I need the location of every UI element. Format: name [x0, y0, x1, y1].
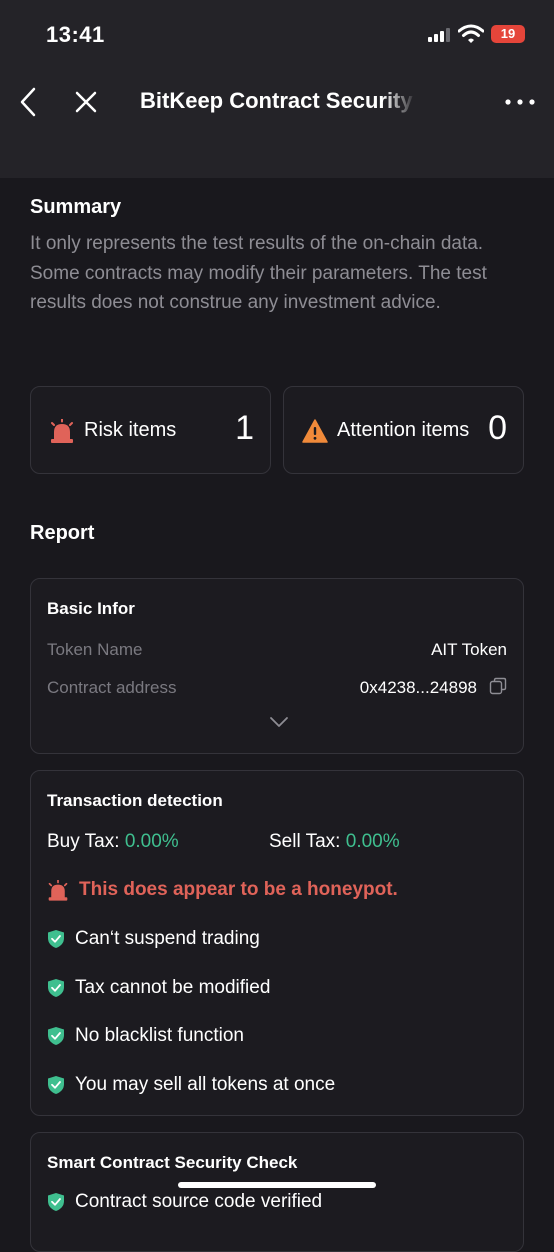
buy-tax-value: 0.00% [124, 831, 179, 852]
sell-tax-label: Sell Tax: [269, 831, 341, 852]
report-title: Report [30, 522, 95, 544]
check-item: You may sell all tokens at once [47, 1074, 335, 1096]
honeypot-warning: This does appear to be a honeypot. [47, 879, 398, 901]
wifi-icon [458, 24, 484, 43]
smart-contract-check-card: Smart Contract Security Check Contract s… [30, 1132, 524, 1252]
battery-icon: 19 [491, 25, 525, 43]
status-bar: 13:41 19 [0, 0, 554, 70]
status-time: 13:41 [46, 22, 105, 47]
contract-address-value: 0x4238...24898 [359, 678, 477, 697]
cellular-signal-icon [428, 28, 450, 42]
check-item-text: Can‘t suspend trading [75, 928, 260, 949]
transaction-detection-card: Transaction detection Buy Tax: 0.00% Sel… [30, 770, 524, 1116]
basic-info-title: Basic Infor [47, 599, 135, 618]
contract-address-label: Contract address [47, 678, 177, 697]
nav-bar: BitKeep Contract Security [0, 70, 554, 178]
risk-items-label: Risk items [84, 419, 177, 441]
shield-check-icon [48, 929, 64, 948]
copy-icon[interactable] [489, 677, 507, 695]
honeypot-text: This does appear to be a honeypot. [79, 879, 398, 900]
shield-check-icon [48, 978, 64, 997]
battery-level: 19 [500, 26, 516, 41]
attention-items-card[interactable]: Attention items 0 [283, 386, 524, 474]
buy-tax: Buy Tax: 0.00% [47, 831, 179, 853]
smart-contract-check-title: Smart Contract Security Check [47, 1153, 298, 1172]
attention-items-count: 0 [488, 409, 507, 447]
more-options-icon[interactable] [500, 90, 540, 114]
chevron-down-icon[interactable] [269, 715, 289, 729]
close-icon[interactable] [70, 86, 102, 118]
buy-tax-label: Buy Tax: [47, 831, 120, 852]
home-indicator[interactable] [178, 1182, 376, 1188]
check-item-text: Contract source code verified [75, 1191, 323, 1212]
check-item: Tax cannot be modified [47, 977, 270, 999]
shield-check-icon [48, 1192, 64, 1211]
summary-title: Summary [30, 196, 122, 218]
risk-items-count: 1 [235, 409, 254, 447]
check-item-text: No blacklist function [75, 1025, 244, 1046]
basic-info-card: Basic Infor Token Name AIT Token Contrac… [30, 578, 524, 754]
sell-tax: Sell Tax: 0.00% [269, 831, 400, 853]
alarm-icon [48, 879, 68, 901]
transaction-detection-title: Transaction detection [47, 791, 223, 810]
check-item-text: Tax cannot be modified [75, 977, 271, 998]
alarm-icon [51, 419, 73, 443]
check-item: No blacklist function [47, 1025, 244, 1047]
token-name-label: Token Name [47, 640, 143, 659]
check-item: Can‘t suspend trading [47, 928, 260, 950]
token-name-value: AIT Token [431, 640, 507, 659]
page-title: BitKeep Contract Security [140, 88, 413, 113]
shield-check-icon [48, 1075, 64, 1094]
sell-tax-value: 0.00% [345, 831, 400, 852]
back-arrow-icon[interactable] [14, 86, 46, 118]
summary-text: It only represents the test results of t… [30, 233, 487, 313]
attention-items-label: Attention items [337, 419, 470, 441]
risk-items-card[interactable]: Risk items 1 [30, 386, 271, 474]
shield-check-icon [48, 1026, 64, 1045]
warning-icon [302, 419, 328, 443]
check-item-text: You may sell all tokens at once [75, 1074, 336, 1095]
check-item: Contract source code verified [47, 1191, 322, 1213]
